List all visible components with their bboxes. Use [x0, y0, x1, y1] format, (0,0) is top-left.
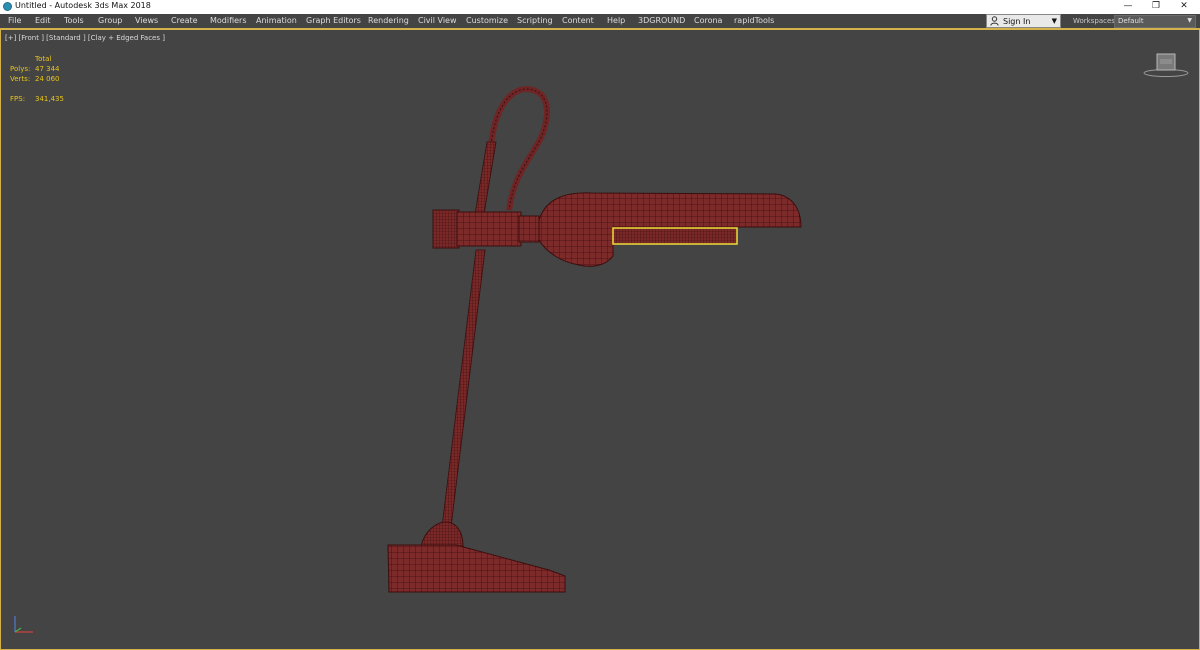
menu-animation[interactable]: Animation — [256, 16, 297, 25]
window-titlebar: Untitled - Autodesk 3ds Max 2018 — ❐ ✕ — [0, 0, 1200, 14]
lamp-main-rod — [440, 249, 486, 536]
lamp-base-joint — [420, 521, 464, 547]
workspaces-value: Default — [1118, 17, 1144, 25]
menu-graph-editors[interactable]: Graph Editors — [306, 16, 361, 25]
menu-modifiers[interactable]: Modifiers — [210, 16, 247, 25]
menu-rapidtools[interactable]: rapidTools — [734, 16, 774, 25]
chevron-down-icon: ▼ — [1051, 17, 1057, 25]
menu-customize[interactable]: Customize — [466, 16, 508, 25]
menu-help[interactable]: Help — [607, 16, 625, 25]
menu-create[interactable]: Create — [171, 16, 198, 25]
lamp-upper-rod — [473, 141, 497, 221]
3dsmax-app-icon[interactable] — [3, 2, 12, 11]
minimize-icon[interactable]: — — [1114, 0, 1142, 14]
restore-icon[interactable]: ❐ — [1142, 0, 1170, 14]
menu-corona[interactable]: Corona — [694, 16, 722, 25]
menu-edit[interactable]: Edit — [35, 16, 51, 25]
lamp-joint-body — [456, 211, 522, 247]
menu-civil-view[interactable]: Civil View — [418, 16, 457, 25]
lamp-base — [387, 544, 566, 593]
workspaces-dropdown[interactable]: Default ▼ — [1114, 15, 1196, 28]
menu-file[interactable]: File — [8, 16, 21, 25]
lamp-joint-cap — [432, 209, 460, 249]
window-title: Untitled - Autodesk 3ds Max 2018 — [15, 1, 151, 10]
menu-scripting[interactable]: Scripting — [517, 16, 553, 25]
menu-content[interactable]: Content — [562, 16, 594, 25]
viewport-front[interactable]: [+] [Front ] [Standard ] [Clay + Edged F… — [0, 29, 1200, 650]
chevron-down-icon: ▼ — [1187, 17, 1192, 24]
desk-lamp-model[interactable] — [1, 30, 1199, 649]
menu-tools[interactable]: Tools — [64, 16, 84, 25]
lamp-cable — [488, 86, 550, 211]
lamp-joint-ring — [518, 215, 540, 243]
menu-rendering[interactable]: Rendering — [368, 16, 409, 25]
axis-tripod-icon — [14, 616, 33, 633]
menu-group[interactable]: Group — [98, 16, 122, 25]
lamp-tube-selected — [612, 227, 738, 245]
workspaces-label: Workspaces: — [1073, 17, 1118, 25]
user-icon — [990, 16, 999, 26]
sign-in-button[interactable]: Sign In ▼ — [986, 14, 1061, 28]
close-icon[interactable]: ✕ — [1170, 0, 1198, 14]
menu-views[interactable]: Views — [135, 16, 158, 25]
sign-in-label: Sign In — [1003, 17, 1031, 26]
menu-3dground[interactable]: 3DGROUND — [638, 16, 685, 25]
